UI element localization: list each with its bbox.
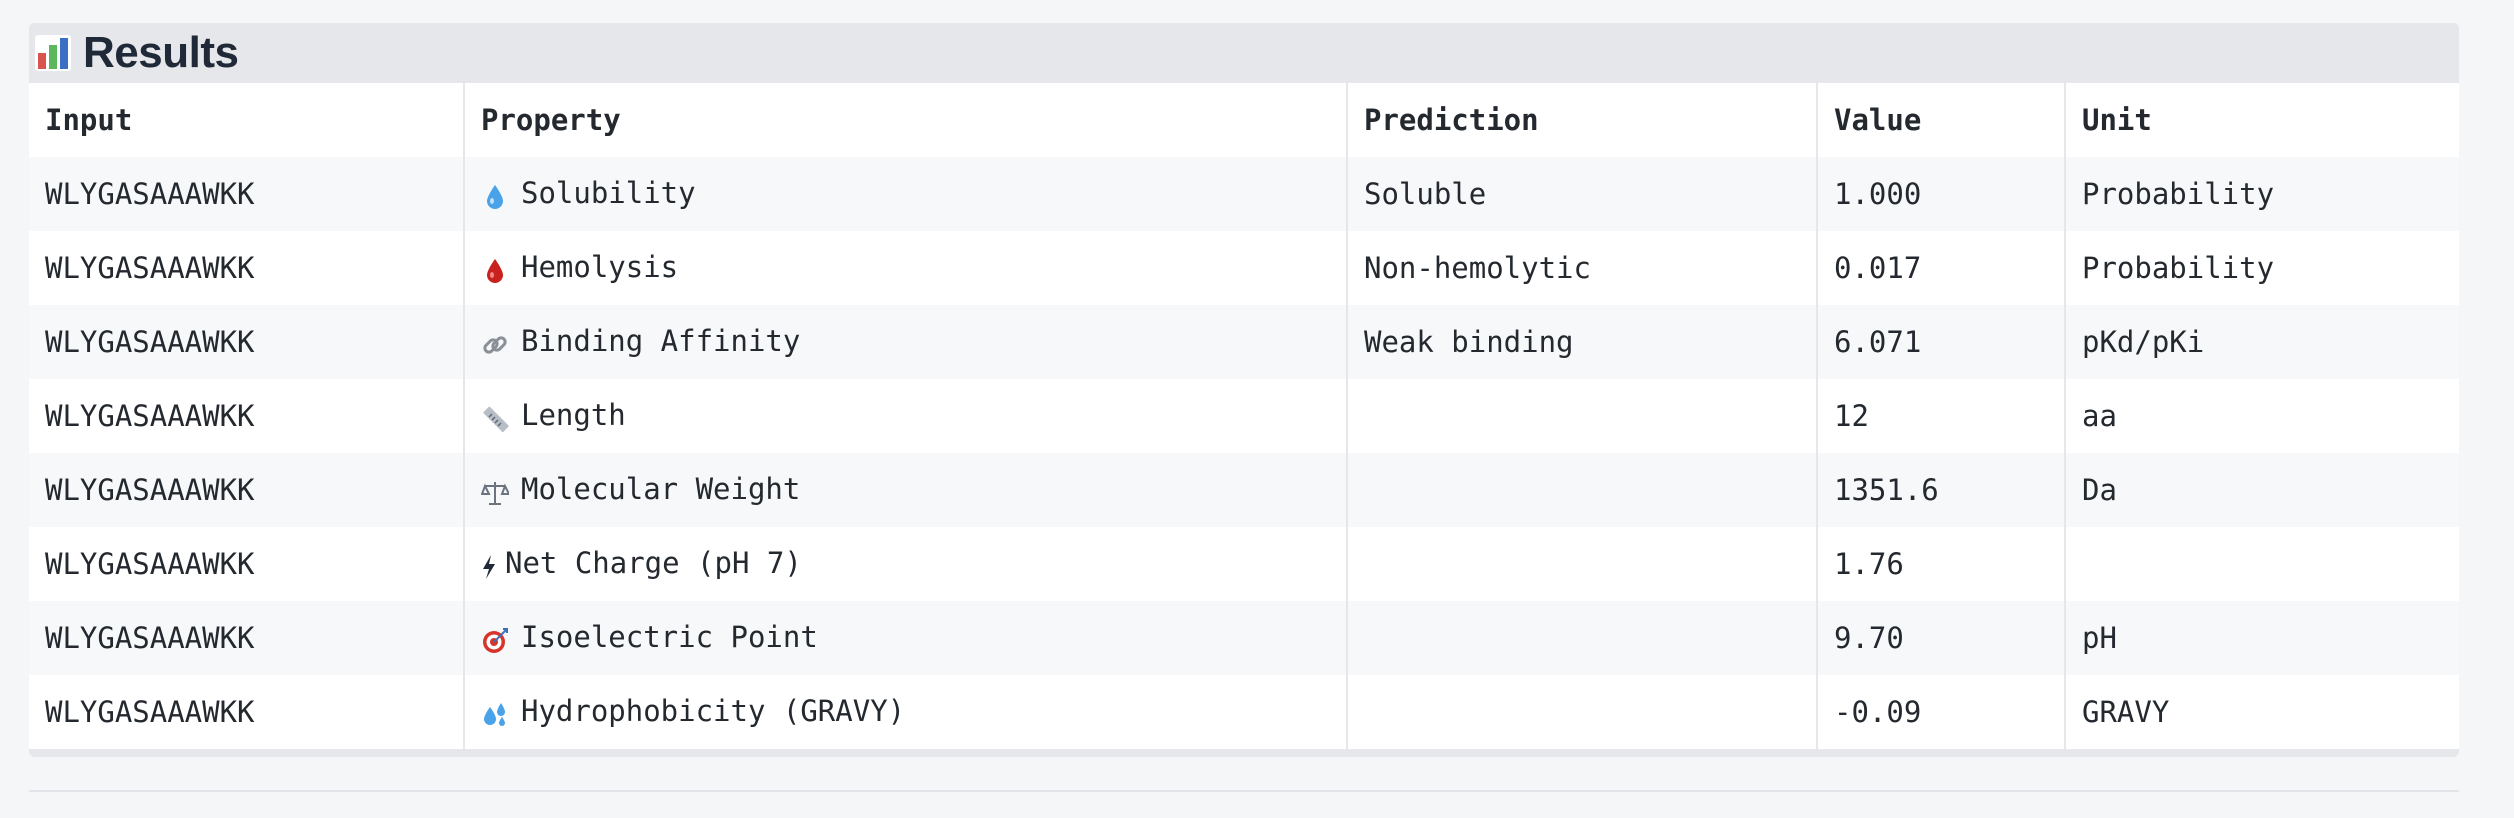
divider (29, 790, 2459, 792)
cell-value: 1.76 (1817, 527, 2066, 601)
cell-property: Binding Affinity (464, 305, 1348, 379)
cell-prediction (1347, 379, 1818, 453)
water-splash-icon (481, 696, 509, 730)
cell-prediction: Weak binding (1347, 305, 1818, 379)
panel-bottom-border (29, 749, 2459, 757)
cell-prediction (1347, 527, 1818, 601)
cell-unit (2065, 527, 2459, 601)
scales-icon (480, 474, 511, 508)
results-title: Results (83, 28, 239, 77)
cell-input: WLYGASAAAWKK (29, 675, 465, 749)
cell-input: WLYGASAAAWKK (29, 453, 465, 527)
cell-input: WLYGASAAAWKK (29, 527, 465, 601)
cell-prediction: Non-hemolytic (1347, 231, 1818, 305)
cell-prediction (1347, 601, 1818, 675)
cell-unit: aa (2065, 379, 2459, 453)
cell-unit: pH (2065, 601, 2459, 675)
blood-drop-icon (481, 252, 509, 286)
target-icon (481, 622, 509, 656)
cell-property: Hydrophobicity (GRAVY) (464, 675, 1348, 749)
cell-unit: Probability (2065, 231, 2459, 305)
column-header-value[interactable]: Value (1817, 83, 2066, 157)
cell-value: 6.071 (1817, 305, 2066, 379)
cell-property: Net Charge (pH 7) (464, 527, 1348, 601)
column-header-prediction[interactable]: Prediction (1347, 83, 1818, 157)
cell-value: 9.70 (1817, 601, 2066, 675)
cell-unit: Da (2065, 453, 2459, 527)
table-row: WLYGASAAAWKK Binding Affinity Weak bindi… (29, 305, 2459, 379)
table-row: WLYGASAAAWKK Molecular Weight 1351.6 Da (29, 453, 2459, 527)
cell-value: -0.09 (1817, 675, 2066, 749)
table-row: WLYGASAAAWKK Hemolysis Non-hemolytic 0.0… (29, 231, 2459, 305)
cell-input: WLYGASAAAWKK (29, 157, 465, 231)
column-header-unit[interactable]: Unit (2065, 83, 2459, 157)
lightning-icon (481, 548, 497, 582)
table-row: WLYGASAAAWKK Isoelectric Point 9.70 pH (29, 601, 2459, 675)
table-header-row: Input Property Prediction Value Unit (29, 83, 2459, 157)
table-row: WLYGASAAAWKK Hydrophobicity (GRAVY) -0.0… (29, 675, 2459, 749)
cell-prediction: Soluble (1347, 157, 1818, 231)
cell-property: Molecular Weight (464, 453, 1348, 527)
cell-unit: Probability (2065, 157, 2459, 231)
table-row: WLYGASAAAWKK Solubility Soluble 1.000 Pr… (29, 157, 2459, 231)
column-header-input[interactable]: Input (29, 83, 465, 157)
ruler-icon (481, 400, 509, 434)
cell-property: Length (464, 379, 1348, 453)
table-row: WLYGASAAAWKK Net Charge (pH 7) 1.76 (29, 527, 2459, 601)
cell-input: WLYGASAAAWKK (29, 601, 465, 675)
cell-prediction (1347, 675, 1818, 749)
cell-unit: GRAVY (2065, 675, 2459, 749)
table-row: WLYGASAAAWKK Length 12 aa (29, 379, 2459, 453)
cell-value: 12 (1817, 379, 2066, 453)
cell-value: 1.000 (1817, 157, 2066, 231)
cell-property: Isoelectric Point (464, 601, 1348, 675)
column-header-property[interactable]: Property (464, 83, 1348, 157)
cell-input: WLYGASAAAWKK (29, 305, 465, 379)
cell-prediction (1347, 453, 1818, 527)
cell-input: WLYGASAAAWKK (29, 379, 465, 453)
results-header: Results (29, 23, 2459, 83)
droplet-icon (481, 178, 509, 212)
results-table: Input Property Prediction Value Unit WLY… (29, 83, 2459, 749)
cell-property: Solubility (464, 157, 1348, 231)
results-panel: Results Input Property Prediction Value … (29, 23, 2459, 757)
cell-value: 1351.6 (1817, 453, 2066, 527)
cell-value: 0.017 (1817, 231, 2066, 305)
cell-input: WLYGASAAAWKK (29, 231, 465, 305)
bar-chart-icon (33, 33, 73, 73)
cell-unit: pKd/pKi (2065, 305, 2459, 379)
link-icon (481, 326, 509, 360)
cell-property: Hemolysis (464, 231, 1348, 305)
